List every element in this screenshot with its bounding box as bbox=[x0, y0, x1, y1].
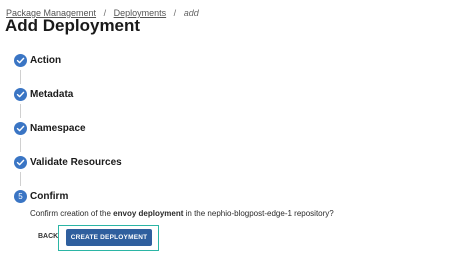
create-deployment-button[interactable]: CREATE DEPLOYMENT bbox=[66, 229, 152, 246]
step-connector bbox=[20, 138, 21, 152]
step-connector bbox=[20, 104, 21, 118]
confirm-suffix: in the nephio-blogpost-edge-1 repository… bbox=[183, 209, 334, 218]
stepper: Action Metadata Namespace Validate Resou… bbox=[14, 53, 454, 223]
check-circle-icon bbox=[14, 122, 27, 135]
step-connector bbox=[20, 70, 21, 84]
step-number-badge: 5 bbox=[14, 190, 27, 203]
check-circle-icon bbox=[14, 54, 27, 67]
confirm-prefix: Confirm creation of the bbox=[30, 209, 114, 218]
step-validate-resources[interactable]: Validate Resources bbox=[14, 155, 454, 189]
breadcrumb-separator: / bbox=[173, 8, 177, 18]
step-label: Confirm bbox=[30, 191, 69, 202]
step-label: Metadata bbox=[30, 89, 74, 100]
page-title: Add Deployment bbox=[5, 16, 141, 35]
step-namespace[interactable]: Namespace bbox=[14, 121, 454, 155]
check-circle-icon bbox=[14, 156, 27, 169]
breadcrumb-current: add bbox=[183, 8, 199, 18]
step-connector bbox=[20, 172, 21, 186]
confirm-message: Confirm creation of the envoy deployment… bbox=[30, 209, 334, 218]
step-label: Namespace bbox=[30, 123, 86, 134]
step-action[interactable]: Action bbox=[14, 53, 454, 87]
step-label: Validate Resources bbox=[30, 157, 122, 168]
back-button[interactable]: BACK bbox=[38, 233, 58, 240]
step-metadata[interactable]: Metadata bbox=[14, 87, 454, 121]
confirm-emphasis: envoy deployment bbox=[113, 209, 184, 218]
step-label: Action bbox=[30, 55, 62, 66]
check-circle-icon bbox=[14, 88, 27, 101]
